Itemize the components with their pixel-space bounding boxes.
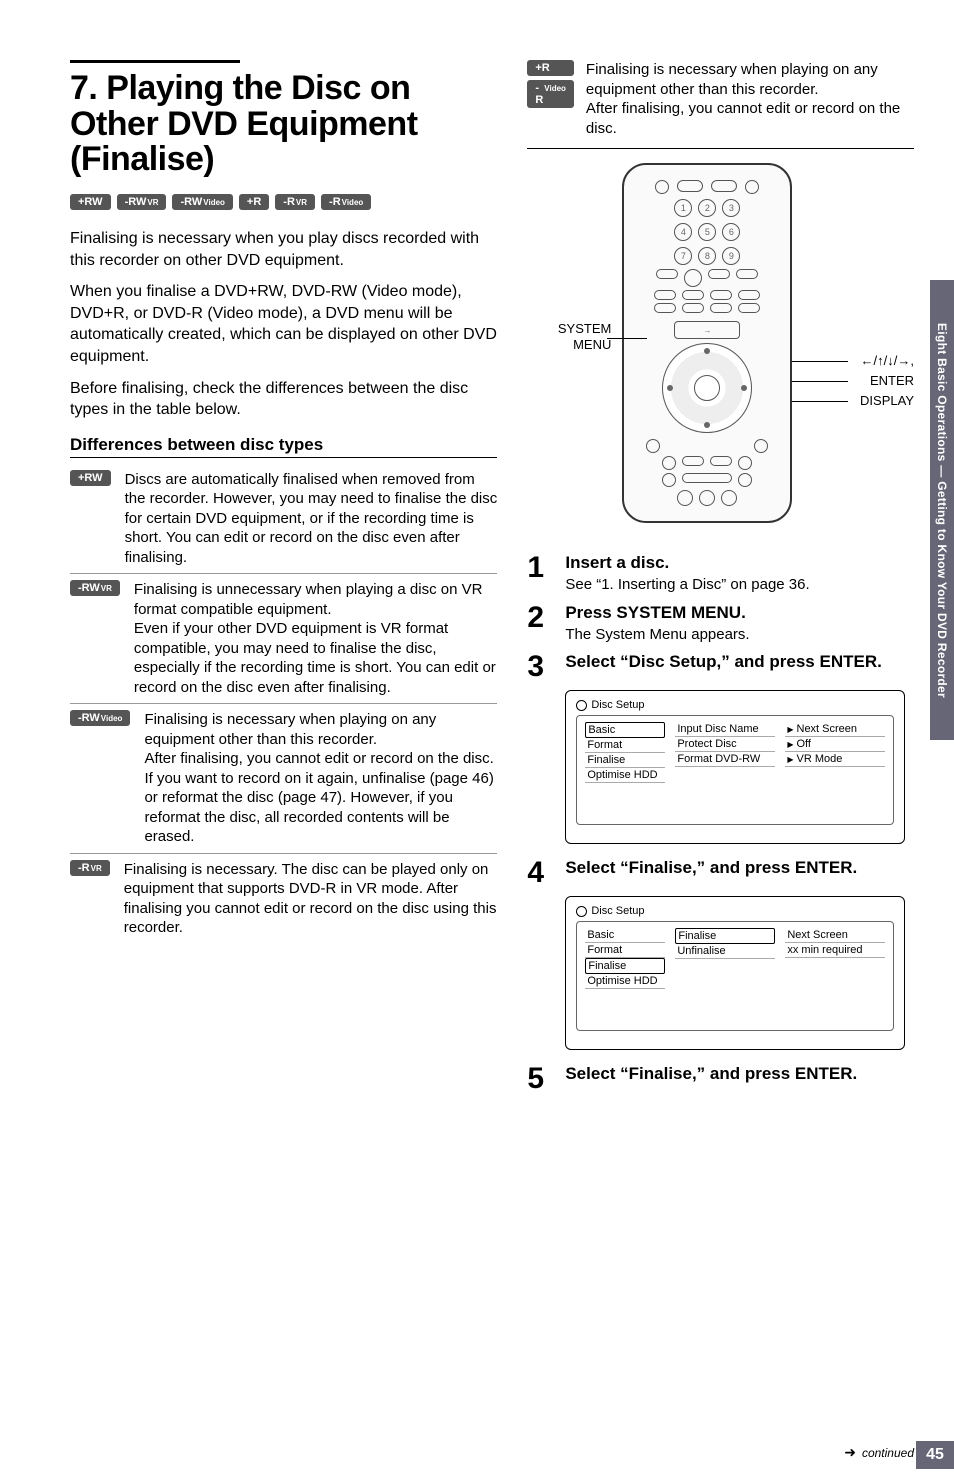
diff-heading: Differences between disc types [70, 435, 497, 458]
step-heading: Insert a disc. [565, 553, 914, 573]
diff-table: +RW Discs are automatically finalised whe… [70, 464, 497, 944]
disc-badge: -RVideo [321, 194, 371, 210]
disc-badge: -RWVR [70, 580, 120, 596]
label-enter: ENTER [870, 373, 914, 388]
step-heading: Press SYSTEM MENU. [565, 603, 914, 623]
disc-badge: -RWVideo [70, 710, 130, 726]
side-tab: Eight Basic Operations — Getting to Know… [930, 280, 954, 740]
label-display: DISPLAY [860, 393, 914, 408]
arrow-right-icon: ➜ [844, 1444, 856, 1461]
diff-text: Discs are automatically finalised when r… [125, 470, 498, 568]
disc-badge: -RWVR [117, 194, 167, 210]
disc-badge: +R [527, 60, 574, 76]
diff-row: -RWVR Finalising is unnecessary when play… [70, 573, 497, 703]
continued-footer: ➜ continued [844, 1444, 914, 1461]
step-2: 2 Press SYSTEM MENU. The System Menu app… [527, 603, 914, 645]
remote-illustration: 123 456 789 → SYSTEMMENU ←/↑/↓/→, E [527, 163, 914, 543]
disc-badge: +R [239, 194, 269, 210]
intro-paragraph-1: Finalising is necessary when you play di… [70, 228, 497, 271]
step-body: The System Menu appears. [565, 625, 914, 645]
step-heading: Select “Finalise,” and press ENTER. [565, 1064, 914, 1084]
page-title: 7. Playing the Disc on Other DVD Equipme… [70, 71, 497, 178]
label-arrows: ←/↑/↓/→, [861, 353, 914, 368]
step-heading: Select “Disc Setup,” and press ENTER. [565, 652, 914, 672]
disc-setup-screenshot-1: Disc Setup BasicFormatFinaliseOptimise H… [565, 690, 905, 844]
diff-text: Finalising is necessary when playing on … [144, 710, 497, 847]
top-note-text: Finalising is necessary when playing on … [586, 60, 914, 138]
diff-text: Finalising is necessary. The disc can be… [124, 860, 498, 938]
step-number: 2 [527, 603, 553, 645]
step-body: See “1. Inserting a Disc” on page 36. [565, 575, 914, 595]
page-number: 45 [916, 1441, 954, 1469]
disc-badge: -RVideo [527, 80, 574, 108]
step-number: 1 [527, 553, 553, 595]
diff-text: Finalising is unnecessary when playing a… [134, 580, 497, 697]
step-number: 5 [527, 1064, 553, 1094]
step-number: 4 [527, 858, 553, 888]
top-note-box: +R -RVideo Finalising is necessary when p… [527, 60, 914, 149]
gear-icon [576, 700, 587, 711]
disc-setup-screenshot-2: Disc Setup BasicFormatFinaliseOptimise H… [565, 896, 905, 1050]
step-4: 4 Select “Finalise,” and press ENTER. [527, 858, 914, 888]
label-system-menu: SYSTEMMENU [527, 321, 611, 352]
title-badges: +RW -RWVR -RWVideo +R -RVR -RVideo [70, 194, 497, 210]
diff-row: -RVR Finalising is necessary. The disc ca… [70, 853, 497, 944]
disc-badge: -RWVideo [172, 194, 232, 210]
diff-row: -RWVideo Finalising is necessary when pla… [70, 703, 497, 853]
disc-badge: -RVR [70, 860, 110, 876]
title-rule [70, 60, 240, 63]
disc-badge: +RW [70, 470, 111, 486]
intro-paragraph-2: When you finalise a DVD+RW, DVD-RW (Vide… [70, 281, 497, 367]
disc-badge: +RW [70, 194, 111, 210]
step-5: 5 Select “Finalise,” and press ENTER. [527, 1064, 914, 1094]
step-1: 1 Insert a disc. See “1. Inserting a Dis… [527, 553, 914, 595]
step-number: 3 [527, 652, 553, 682]
step-3: 3 Select “Disc Setup,” and press ENTER. [527, 652, 914, 682]
diff-row: +RW Discs are automatically finalised whe… [70, 464, 497, 574]
intro-paragraph-3: Before finalising, check the differences… [70, 378, 497, 421]
disc-badge: -RVR [275, 194, 315, 210]
step-heading: Select “Finalise,” and press ENTER. [565, 858, 914, 878]
gear-icon [576, 906, 587, 917]
